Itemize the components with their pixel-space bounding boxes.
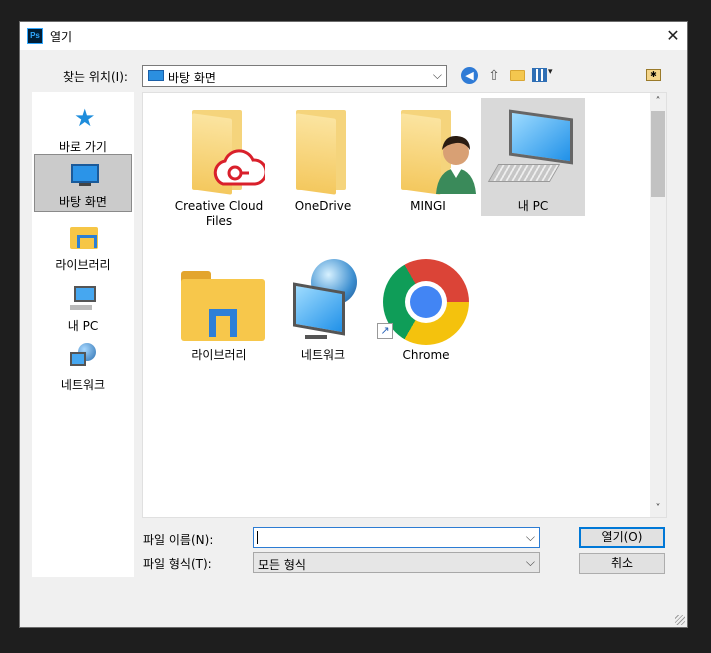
scroll-up-icon[interactable]: ˄ <box>650 93 666 110</box>
look-in-value: 바탕 화면 <box>168 71 216 85</box>
file-item-name: 내 PC <box>517 199 549 213</box>
network-monitor-icon <box>70 352 86 366</box>
look-in-dropdown[interactable]: 바탕 화면 ⌵ <box>142 65 447 87</box>
folder-icon <box>296 113 336 195</box>
open-button[interactable]: 열기(O) <box>579 527 665 548</box>
desktop-icon <box>71 164 99 183</box>
chevron-down-icon[interactable]: ⌵ <box>526 555 535 570</box>
computer-keyboard-icon <box>487 164 561 182</box>
cancel-button[interactable]: 취소 <box>579 553 665 574</box>
scroll-thumb[interactable] <box>651 111 665 197</box>
file-list-view[interactable]: Creative Cloud Files OneDrive MINGI 내 PC <box>142 92 667 518</box>
file-item-mingi[interactable]: MINGI <box>376 98 480 216</box>
monitor-stand-icon <box>305 335 327 339</box>
vertical-scrollbar[interactable]: ˄ ˅ <box>650 93 666 517</box>
open-file-dialog: Ps 열기 ✕ 찾는 위치(I): 바탕 화면 ⌵ ◀ ⇧ ▾ ✱ ★ 바로 가… <box>19 21 688 628</box>
shortcut-arrow-icon: ↗ <box>377 323 393 339</box>
favorites-icon[interactable]: ✱ <box>646 69 661 81</box>
places-bar: ★ 바로 가기 바탕 화면 라이브러리 내 PC 네트워크 <box>32 92 134 577</box>
creative-cloud-icon <box>213 149 265 186</box>
title-bar: Ps 열기 ✕ <box>20 22 687 50</box>
place-label: 네트워크 <box>60 378 106 392</box>
place-label: 내 PC <box>67 319 99 333</box>
photoshop-app-icon: Ps <box>27 28 43 44</box>
file-item-name: MINGI <box>410 199 446 213</box>
desktop-stand-icon <box>79 183 91 186</box>
scroll-down-icon[interactable]: ˅ <box>650 500 666 517</box>
back-icon[interactable]: ◀ <box>461 67 478 84</box>
view-menu-icon[interactable] <box>532 68 547 82</box>
this-pc-icon <box>74 286 96 302</box>
filename-label: 파일 이름(N): <box>143 533 214 547</box>
file-item-chrome[interactable]: ↗ Chrome <box>359 247 493 365</box>
new-folder-icon[interactable] <box>510 70 525 81</box>
file-item-this-pc[interactable]: 내 PC <box>481 98 585 216</box>
user-icon <box>436 135 476 194</box>
place-label: 라이브러리 <box>55 258 111 272</box>
computer-monitor-icon <box>509 109 573 165</box>
file-item-name: Chrome <box>402 348 450 362</box>
filename-input[interactable]: ⌵ <box>253 527 540 548</box>
close-button[interactable]: ✕ <box>659 22 687 50</box>
view-menu-arrow-icon[interactable]: ▾ <box>548 67 553 87</box>
file-item-name: Creative Cloud Files <box>174 199 264 228</box>
file-item-creative-cloud[interactable]: Creative Cloud Files <box>167 98 271 228</box>
chevron-down-icon[interactable]: ⌵ <box>433 68 442 83</box>
place-network[interactable]: 네트워크 <box>34 338 132 396</box>
file-item-library[interactable]: 라이브러리 <box>167 247 271 365</box>
resize-grip[interactable] <box>675 615 685 625</box>
place-quick-access[interactable]: ★ 바로 가기 <box>34 100 132 158</box>
place-desktop[interactable]: 바탕 화면 <box>34 154 132 212</box>
library-icon <box>70 227 98 249</box>
place-label: 바탕 화면 <box>59 195 107 209</box>
filetype-value: 모든 형식 <box>258 558 306 572</box>
chrome-center-icon <box>410 286 442 318</box>
file-item-name: OneDrive <box>294 199 352 213</box>
look-in-label: 찾는 위치(I): <box>63 70 128 84</box>
filetype-select[interactable]: 모든 형식 ⌵ <box>253 552 540 573</box>
place-this-pc[interactable]: 내 PC <box>34 279 132 337</box>
text-caret <box>257 531 258 544</box>
quick-access-star-icon: ★ <box>74 104 96 132</box>
chevron-down-icon[interactable]: ⌵ <box>526 530 535 545</box>
library-arch-icon <box>209 309 237 337</box>
file-item-onedrive[interactable]: OneDrive <box>271 98 375 216</box>
filetype-label: 파일 형식(T): <box>143 557 212 571</box>
up-folder-icon[interactable]: ⇧ <box>486 66 502 86</box>
network-monitor-icon <box>293 282 345 336</box>
window-title: 열기 <box>50 30 73 44</box>
keyboard-icon <box>70 305 92 310</box>
place-library[interactable]: 라이브러리 <box>34 218 132 276</box>
file-item-name: 라이브러리 <box>191 348 247 362</box>
place-label: 바로 가기 <box>59 140 107 154</box>
desktop-mini-icon <box>148 70 164 81</box>
